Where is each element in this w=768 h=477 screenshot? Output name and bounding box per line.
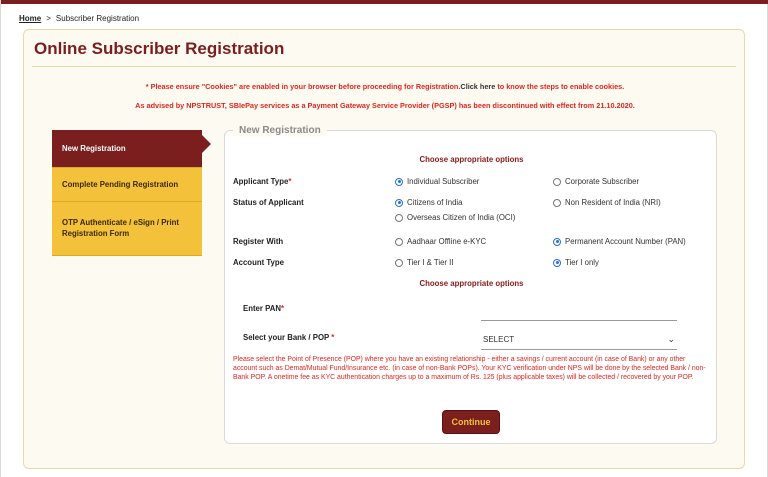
form-legend: New Registration [233, 125, 327, 136]
account-type-label: Account Type [233, 258, 284, 267]
breadcrumb: Home > Subscriber Registration [19, 14, 139, 23]
sbi-notice: As advised by NPSTRUST, SBIePay services… [135, 101, 635, 110]
cookies-notice: * Please ensure "Cookies" are enabled in… [24, 82, 746, 91]
pan-label: Enter PAN* [243, 304, 285, 313]
applicant-type-label: Applicant Type* [233, 177, 292, 186]
registration-tabs: New Registration Complete Pending Regist… [52, 130, 211, 256]
radio-selected-icon [395, 177, 403, 186]
page: Home > Subscriber Registration Online Subs… [0, 0, 768, 477]
top-bar [1, 0, 768, 4]
individual-subscriber-radio[interactable]: Individual Subscriber [395, 177, 479, 186]
tier1-only-radio[interactable]: Tier I only [553, 258, 599, 267]
breadcrumb-current: Subscriber Registration [55, 14, 140, 23]
bank-label: Select your Bank / POP * [243, 333, 335, 342]
pan-radio[interactable]: Permanent Account Number (PAN) [553, 237, 686, 246]
breadcrumb-home-link[interactable]: Home [19, 14, 41, 23]
tab-otp-authenticate[interactable]: OTP Authenticate / eSign / Print Registr… [52, 202, 202, 256]
breadcrumb-separator: > [46, 14, 51, 23]
status-row-2: Overseas Citizen of India (OCI) [225, 213, 718, 227]
oci-radio[interactable]: Overseas Citizen of India (OCI) [395, 213, 515, 222]
radio-empty-icon [553, 177, 561, 186]
tier1-tier2-radio[interactable]: Tier I & Tier II [395, 258, 454, 267]
cookies-notice-tail: to know the steps to enable cookies. [495, 82, 625, 91]
corporate-subscriber-radio[interactable]: Corporate Subscriber [553, 177, 639, 186]
register-with-row: Register With Aadhaar Offline e-KYC Perm… [225, 237, 718, 251]
title-divider [32, 66, 736, 67]
bank-selected-value: SELECT [483, 335, 515, 344]
applicant-type-row: Applicant Type* Individual Subscriber Co… [225, 177, 718, 191]
tab-new-registration[interactable]: New Registration [52, 130, 211, 168]
options-subheading-2: Choose appropriate options [419, 279, 524, 288]
continue-button[interactable]: Continue [442, 410, 500, 434]
status-row: Status of Applicant Citizens of India No… [225, 198, 718, 212]
aadhaar-ekyc-radio[interactable]: Aadhaar Offline e-KYC [395, 237, 486, 246]
radio-empty-icon [395, 237, 403, 246]
radio-selected-icon [553, 258, 561, 267]
status-label: Status of Applicant [233, 198, 304, 207]
new-registration-form: New Registration Choose appropriate opti… [224, 125, 718, 444]
pan-field-row: Enter PAN* [225, 301, 718, 321]
chevron-down-icon: ⌄ [667, 334, 675, 344]
page-title: Online Subscriber Registration [34, 39, 285, 58]
options-subheading: Choose appropriate options [419, 155, 524, 164]
register-with-label: Register With [233, 237, 284, 246]
nri-radio[interactable]: Non Resident of India (NRI) [553, 198, 661, 207]
account-type-row: Account Type Tier I & Tier II Tier I onl… [225, 258, 718, 272]
registration-panel: Online Subscriber Registration * Please … [23, 29, 745, 469]
cookies-help-link[interactable]: Click here [460, 82, 495, 91]
pan-input[interactable] [481, 301, 677, 321]
citizens-of-india-radio[interactable]: Citizens of India [395, 198, 462, 207]
bank-field-row: Select your Bank / POP * SELECT ⌄ [225, 330, 718, 350]
radio-selected-icon [395, 198, 403, 207]
pop-help-text: Please select the Point of Presence (POP… [233, 356, 706, 381]
bank-pop-select[interactable]: SELECT ⌄ [481, 330, 677, 350]
tab-complete-pending-registration[interactable]: Complete Pending Registration [52, 168, 202, 202]
radio-empty-icon [395, 213, 403, 222]
radio-empty-icon [553, 198, 561, 207]
radio-selected-icon [553, 237, 561, 246]
cookies-notice-text: * Please ensure "Cookies" are enabled in… [145, 82, 461, 91]
radio-empty-icon [395, 258, 403, 267]
